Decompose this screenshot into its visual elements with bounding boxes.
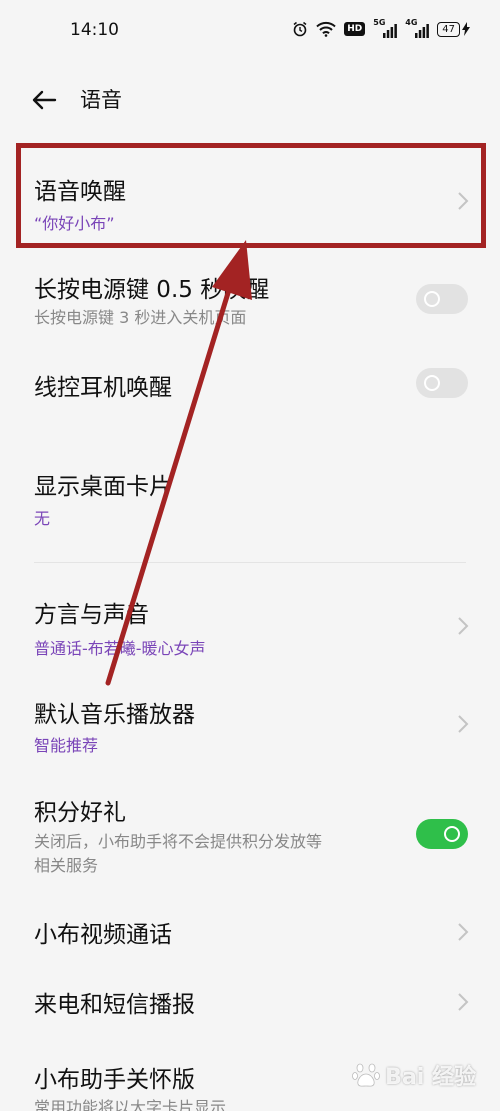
page-header: 语音 [0, 80, 500, 120]
paw-logo-icon [352, 1063, 381, 1087]
back-arrow-icon[interactable] [30, 86, 58, 114]
care-version-title: 小布助手关怀版 [34, 1067, 195, 1093]
power-key-title: 长按电源键 0.5 秒唤醒 [34, 277, 270, 303]
points-title: 积分好礼 [34, 800, 126, 826]
signal-5g-icon: 5G [373, 18, 398, 38]
setting-dialect-voice[interactable]: 方言与声音 普通话-布若曦-暖心女声 [0, 585, 500, 665]
section-divider [34, 562, 466, 563]
setting-power-key-wakeup: 长按电源键 0.5 秒唤醒 长按电源键 3 秒进入关机页面 [0, 260, 500, 340]
desktop-card-title: 显示桌面卡片 [34, 474, 172, 500]
toggle-knob [424, 375, 440, 391]
setting-call-sms-broadcast[interactable]: 来电和短信播报 [0, 975, 500, 1035]
charging-icon [462, 22, 470, 36]
power-key-toggle[interactable] [416, 284, 468, 314]
watermark-text: Bai 经验 [385, 1065, 476, 1090]
signal-4g-icon: 4G [405, 18, 430, 38]
chevron-right-icon [458, 715, 469, 733]
voice-wakeup-title: 语音唤醒 [34, 179, 126, 205]
status-icons: HD 5G 4G 47 [292, 18, 470, 38]
music-player-title: 默认音乐播放器 [34, 702, 195, 728]
chevron-right-icon [458, 617, 469, 635]
toggle-knob [444, 826, 460, 842]
wired-headset-toggle[interactable] [416, 368, 468, 398]
setting-desktop-card[interactable]: 显示桌面卡片 无 [0, 455, 500, 540]
wired-headset-title: 线控耳机唤醒 [34, 375, 172, 401]
setting-voice-wakeup[interactable]: 语音唤醒 “你好小布” [0, 150, 500, 245]
setting-video-call[interactable]: 小布视频通话 [0, 905, 500, 965]
hd-icon: HD [344, 22, 366, 36]
page-title: 语音 [80, 88, 122, 112]
care-version-subtitle: 常用功能将以大字卡片显示 [34, 1098, 227, 1111]
call-sms-title: 来电和短信播报 [34, 992, 195, 1018]
chevron-right-icon [458, 192, 469, 210]
video-call-title: 小布视频通话 [34, 922, 172, 948]
dialect-subtitle: 普通话-布若曦-暖心女声 [34, 639, 206, 658]
points-subtitle-line1: 关闭后，小布助手将不会提供积分发放等 [34, 832, 323, 851]
chevron-right-icon [458, 923, 469, 941]
alarm-icon [292, 20, 308, 38]
dialect-title: 方言与声音 [34, 602, 149, 628]
music-player-subtitle: 智能推荐 [34, 736, 99, 755]
baidu-watermark: Bai 经验 [351, 1059, 476, 1091]
voice-wakeup-subtitle: “你好小布” [34, 214, 115, 233]
status-bar: 14:10 HD 5G 4G 47 [0, 0, 500, 62]
setting-points-rewards: 积分好礼 关闭后，小布助手将不会提供积分发放等 相关服务 [0, 785, 500, 885]
settings-screen: 14:10 HD 5G 4G 47 语音 语音唤醒 “你好小布” 长按电源键 0… [0, 0, 500, 1111]
power-key-subtitle: 长按电源键 3 秒进入关机页面 [34, 308, 247, 327]
toggle-knob [424, 291, 440, 307]
points-subtitle-line2: 相关服务 [34, 856, 99, 875]
battery-level: 47 [437, 21, 460, 37]
wifi-icon [316, 20, 336, 38]
battery-icon: 47 [437, 21, 470, 37]
setting-default-music-player[interactable]: 默认音乐播放器 智能推荐 [0, 685, 500, 765]
chevron-right-icon [458, 993, 469, 1011]
desktop-card-subtitle: 无 [34, 509, 51, 528]
status-time: 14:10 [70, 20, 119, 40]
setting-wired-headset-wakeup: 线控耳机唤醒 [0, 350, 500, 420]
points-toggle[interactable] [416, 819, 468, 849]
